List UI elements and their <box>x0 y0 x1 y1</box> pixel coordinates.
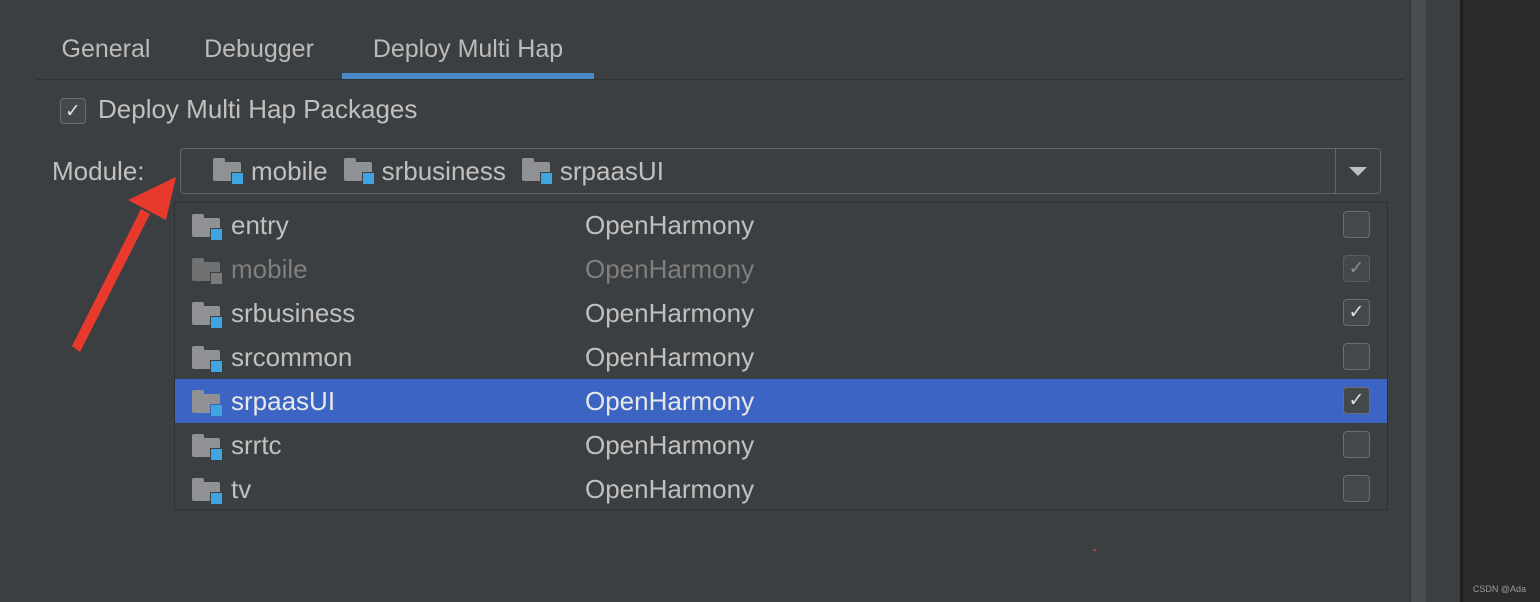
module-type: OpenHarmony <box>585 430 755 460</box>
module-type: OpenHarmony <box>585 298 755 328</box>
module-row-srpaasui[interactable]: srpaasUI OpenHarmony ✓ <box>175 379 1387 423</box>
module-chip-label: srbusiness <box>381 155 506 186</box>
tab-label: Debugger <box>204 34 314 63</box>
module-folder-icon <box>192 390 223 417</box>
module-checkbox: ✓ <box>1343 255 1370 282</box>
settings-panel: General Debugger Deploy Multi Hap ✓ Depl… <box>0 0 1410 602</box>
module-row-mobile: mobile OpenHarmony ✓ <box>175 247 1387 291</box>
module-folder-icon <box>192 434 223 461</box>
module-name: entry <box>231 210 289 240</box>
module-name: tv <box>231 474 252 504</box>
tab-debugger[interactable]: Debugger <box>186 20 332 78</box>
side-pane <box>1463 0 1540 602</box>
chevron-down-icon <box>1349 166 1367 176</box>
checkmark-icon: ✓ <box>1348 390 1365 411</box>
annotation-mark <box>1093 549 1096 551</box>
module-checkbox[interactable] <box>1343 343 1370 370</box>
tab-bar: General Debugger Deploy Multi Hap <box>36 20 1404 80</box>
selected-modules: mobile srbusiness srpaasUI <box>213 149 680 193</box>
module-row-entry[interactable]: entry OpenHarmony <box>175 203 1387 247</box>
module-folder-icon <box>521 158 553 185</box>
annotation-arrow-icon <box>72 177 176 352</box>
module-dropdown-list: entry OpenHarmony mobile OpenHarmony ✓ s… <box>174 202 1388 510</box>
watermark: CSDN @Ada <box>1472 584 1526 594</box>
vertical-scrollbar[interactable] <box>1410 0 1427 602</box>
module-chip-label: srpaasUI <box>559 155 664 186</box>
module-checkbox[interactable]: ✓ <box>1343 299 1370 326</box>
module-folder-icon <box>213 158 244 185</box>
checkmark-icon: ✓ <box>1348 302 1365 323</box>
module-chip: srbusiness <box>343 155 506 187</box>
module-chip: srpaasUI <box>521 155 664 187</box>
module-type: OpenHarmony <box>585 474 755 504</box>
module-checkbox[interactable] <box>1343 431 1370 458</box>
module-name: srpaasUI <box>231 386 336 416</box>
tab-label: Deploy Multi Hap <box>372 34 564 63</box>
module-checkbox[interactable] <box>1343 475 1370 502</box>
module-checkbox[interactable] <box>1343 211 1370 238</box>
module-chip: mobile <box>213 156 328 187</box>
dropdown-button[interactable] <box>1335 149 1380 193</box>
module-name: srcommon <box>231 342 353 372</box>
module-name: mobile <box>231 254 308 284</box>
module-type: OpenHarmony <box>585 210 755 240</box>
module-folder-icon <box>192 478 223 505</box>
module-checkbox[interactable]: ✓ <box>1343 387 1370 414</box>
module-type: OpenHarmony <box>585 386 755 416</box>
module-folder-icon <box>343 158 375 185</box>
module-name: srbusiness <box>231 298 356 328</box>
module-combobox[interactable]: mobile srbusiness srpaasUI <box>180 148 1381 194</box>
module-type: OpenHarmony <box>585 254 755 284</box>
checkmark-icon: ✓ <box>1348 258 1365 279</box>
module-row-srrtc[interactable]: srrtc OpenHarmony <box>175 423 1387 467</box>
module-type: OpenHarmony <box>585 342 755 372</box>
module-row-srbusiness[interactable]: srbusiness OpenHarmony ✓ <box>175 291 1387 335</box>
module-row-srcommon[interactable]: srcommon OpenHarmony <box>175 335 1387 379</box>
module-name: srrtc <box>231 430 282 460</box>
module-chip-label: mobile <box>251 155 328 186</box>
tab-deploy-multi-hap[interactable]: Deploy Multi Hap <box>342 20 594 79</box>
module-row-tv[interactable]: tv OpenHarmony <box>175 467 1387 511</box>
panel-separator <box>1426 0 1460 602</box>
